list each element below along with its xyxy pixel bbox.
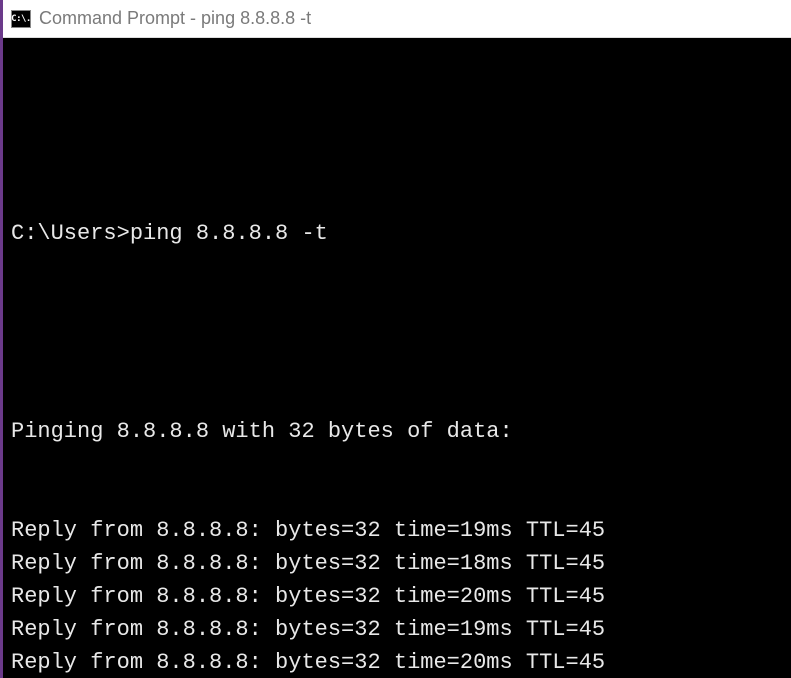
cmd-icon: C:\.	[11, 10, 31, 28]
prompt-text: C:\Users>	[11, 221, 130, 246]
ping-reply-line: Reply from 8.8.8.8: bytes=32 time=19ms T…	[11, 613, 783, 646]
ping-header: Pinging 8.8.8.8 with 32 bytes of data:	[11, 415, 783, 448]
ping-reply-line: Reply from 8.8.8.8: bytes=32 time=20ms T…	[11, 646, 783, 678]
blank-line	[11, 316, 783, 349]
command-line: C:\Users>ping 8.8.8.8 -t	[11, 217, 783, 250]
window-titlebar: C:\. Command Prompt - ping 8.8.8.8 -t	[3, 0, 791, 38]
window-title: Command Prompt - ping 8.8.8.8 -t	[39, 8, 311, 29]
ping-replies: Reply from 8.8.8.8: bytes=32 time=19ms T…	[11, 514, 783, 678]
blank-line	[11, 118, 783, 151]
command-text: ping 8.8.8.8 -t	[130, 221, 328, 246]
ping-reply-line: Reply from 8.8.8.8: bytes=32 time=19ms T…	[11, 514, 783, 547]
ping-reply-line: Reply from 8.8.8.8: bytes=32 time=20ms T…	[11, 580, 783, 613]
ping-reply-line: Reply from 8.8.8.8: bytes=32 time=18ms T…	[11, 547, 783, 580]
terminal-output[interactable]: C:\Users>ping 8.8.8.8 -t Pinging 8.8.8.8…	[3, 38, 791, 678]
